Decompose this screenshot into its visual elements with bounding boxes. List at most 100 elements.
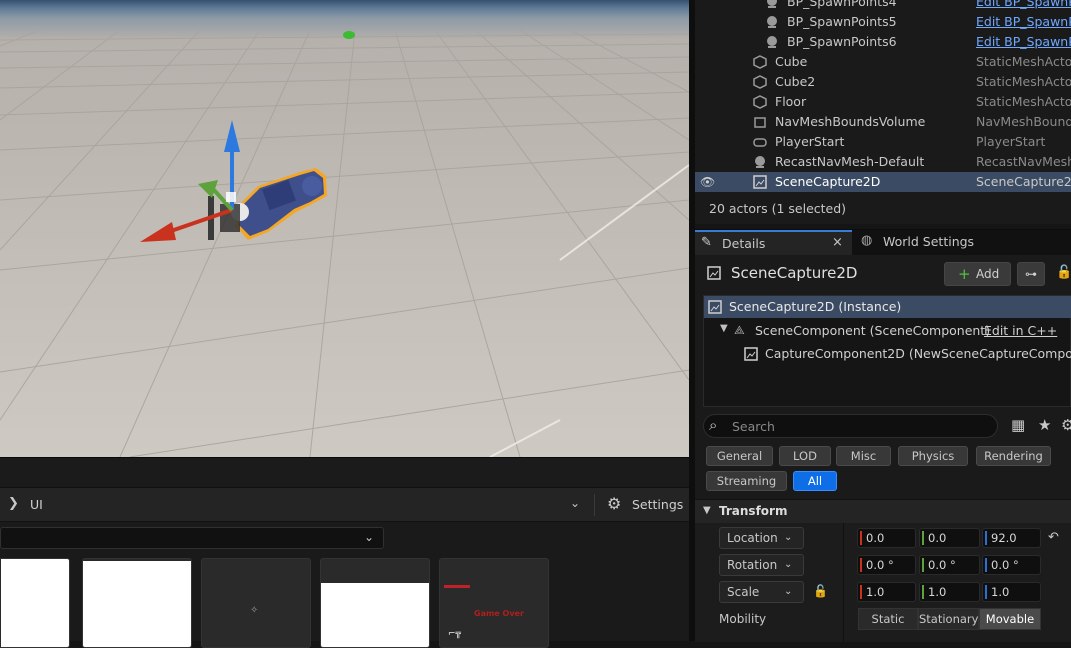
viewport-scene[interactable]	[0, 0, 689, 457]
actor-type-link[interactable]: Edit BP_SpawnPoints	[976, 14, 1071, 29]
mobility-stationary[interactable]: Stationary	[918, 608, 979, 630]
mobility-static[interactable]: Static	[858, 608, 918, 630]
chevron-right-icon[interactable]: ❯	[8, 496, 19, 511]
breadcrumb-ui[interactable]: UI	[30, 497, 43, 512]
filter-dropdown[interactable]	[0, 527, 384, 549]
chevron-down-icon[interactable]: ⌄	[364, 530, 374, 544]
actor-name: BP_SpawnPoints4	[787, 0, 897, 9]
category-all[interactable]: All	[793, 471, 837, 491]
outliner-row[interactable]: Cube StaticMeshActor	[695, 52, 1071, 72]
table-view-icon[interactable]: ▦	[1011, 416, 1025, 434]
rotation-y-field[interactable]: 0.0 °	[919, 555, 980, 575]
scale-y-field[interactable]: 1.0	[919, 582, 980, 602]
mobility-label: Mobility	[719, 612, 767, 626]
actor-name: BP_SpawnPoints5	[787, 14, 897, 29]
location-z-field[interactable]: 92.0	[982, 528, 1041, 548]
transform-section-header[interactable]: ▼ Transform	[695, 499, 1071, 523]
location-y-field[interactable]: 0.0	[919, 528, 980, 548]
static-mesh-icon	[753, 95, 767, 109]
component-row-instance[interactable]: SceneCapture2D (Instance)	[704, 296, 1071, 318]
component-row-capture[interactable]: CaptureComponent2D (NewSceneCaptureCompo…	[704, 343, 1071, 365]
category-lod[interactable]: LOD	[779, 446, 831, 466]
scale-x-field[interactable]: 1.0	[857, 582, 916, 602]
eye-icon[interactable]: 👁	[700, 175, 715, 189]
sphere-actor-icon	[765, 35, 779, 49]
scene-capture-icon	[744, 347, 758, 364]
spawn-marker[interactable]	[343, 31, 355, 39]
asset-tile[interactable]	[320, 558, 430, 648]
scene-capture-icon	[753, 175, 767, 189]
component-row-scene[interactable]: ▼ ⟁ SceneComponent (SceneComponent) Edit…	[704, 320, 1071, 342]
scale-z-field[interactable]: 1.0	[982, 582, 1041, 602]
scale-mode-dropdown[interactable]: Scale ⌄	[719, 581, 804, 603]
actor-name: Cube	[775, 54, 808, 69]
column-divider	[843, 523, 844, 642]
gear-icon[interactable]: ⚙	[607, 494, 621, 513]
search-input[interactable]: Search	[732, 419, 775, 434]
crosshair-icon: ✧	[250, 605, 259, 616]
actor-type: StaticMeshActor	[976, 54, 1071, 69]
location-mode-dropdown[interactable]: Location ⌄	[719, 527, 804, 549]
settings-button[interactable]: Settings	[632, 497, 683, 512]
outliner-row[interactable]: Floor StaticMeshActor	[695, 92, 1071, 112]
category-streaming[interactable]: Streaming	[706, 471, 787, 491]
outliner-row-selected[interactable]: 👁 SceneCapture2D SceneCapture2D	[695, 172, 1071, 192]
details-search[interactable]: ⌕ Search	[703, 414, 998, 438]
actor-type: NavMeshBoundsVolume	[976, 114, 1071, 129]
lock-icon[interactable]: 🔓	[813, 584, 828, 598]
outliner-row[interactable]: BP_SpawnPoints6 Edit BP_SpawnPoints	[695, 32, 1071, 52]
actor-name: PlayerStart	[775, 134, 845, 149]
details-panel: ✎ Details × ◍ World Settings SceneCaptur…	[695, 229, 1071, 642]
gear-icon[interactable]: ⚙	[1061, 416, 1071, 434]
content-browser-filter-row: ⌄	[0, 522, 689, 555]
edit-in-cpp-link[interactable]: Edit in C++	[984, 323, 1071, 338]
blueprint-button[interactable]: ⊶	[1017, 262, 1045, 286]
asset-tile[interactable]: ✧	[201, 558, 311, 648]
outliner-row[interactable]: BP_SpawnPoints5 Edit BP_SpawnPoints	[695, 12, 1071, 32]
tab-details[interactable]: ✎ Details ×	[695, 230, 852, 255]
chevron-down-icon[interactable]: ▼	[720, 323, 728, 334]
outliner-row[interactable]: BP_SpawnPoints4 Edit BP_SpawnPoints	[695, 0, 1071, 12]
add-component-button[interactable]: + Add	[944, 262, 1011, 286]
asset-tile[interactable]	[0, 558, 70, 648]
actor-name-field[interactable]: SceneCapture2D	[731, 264, 857, 282]
transform-title: Transform	[719, 504, 788, 518]
category-rendering[interactable]: Rendering	[976, 446, 1051, 466]
outliner-row[interactable]: NavMeshBoundsVolume NavMeshBoundsVolume	[695, 112, 1071, 132]
rotation-x-field[interactable]: 0.0 °	[857, 555, 916, 575]
rotation-mode-dropdown[interactable]: Rotation ⌄	[719, 554, 804, 576]
location-label: Location	[727, 531, 778, 545]
tab-details-label: Details	[722, 236, 766, 251]
chevron-down-icon: ⌄	[784, 532, 793, 543]
actor-type: RecastNavMesh	[976, 154, 1071, 169]
star-icon[interactable]: ★	[1038, 416, 1051, 434]
outliner-row[interactable]: PlayerStart PlayerStart	[695, 132, 1071, 152]
static-mesh-icon	[753, 75, 767, 89]
category-physics[interactable]: Physics	[898, 446, 968, 466]
outliner-row[interactable]: Cube2 StaticMeshActor	[695, 72, 1071, 92]
mobility-movable[interactable]: Movable	[979, 608, 1041, 630]
actor-type: SceneCapture2D	[976, 174, 1071, 189]
category-misc[interactable]: Misc	[836, 446, 891, 466]
asset-tile[interactable]	[82, 558, 192, 648]
location-x-field[interactable]: 0.0	[857, 528, 916, 548]
hierarchy-icon: ⊶	[1025, 267, 1037, 281]
actor-type: StaticMeshActor	[976, 94, 1071, 109]
actor-type-link[interactable]: Edit BP_SpawnPoints	[976, 34, 1071, 49]
actor-type: PlayerStart	[976, 134, 1046, 149]
search-icon: ⌕	[709, 416, 718, 434]
asset-tile-game-over[interactable]: Game Over ⌐╦	[439, 558, 549, 648]
reset-arrow-icon[interactable]: ↶	[1048, 530, 1059, 545]
content-browser-assets: ✧ Game Over ⌐╦	[0, 555, 689, 648]
lock-icon[interactable]: 🔓	[1056, 265, 1071, 280]
close-icon[interactable]: ×	[832, 235, 843, 250]
tab-world-settings[interactable]: ◍ World Settings	[855, 230, 1005, 255]
component-label: SceneCapture2D (Instance)	[729, 299, 902, 314]
level-viewport[interactable]	[0, 0, 689, 457]
rotation-z-field[interactable]: 0.0 °	[982, 555, 1041, 575]
chevron-down-icon[interactable]: ⌄	[570, 496, 580, 510]
outliner-row[interactable]: RecastNavMesh-Default RecastNavMesh	[695, 152, 1071, 172]
gun-icon: ⌐╦	[448, 629, 461, 639]
actor-type-link[interactable]: Edit BP_SpawnPoints	[976, 0, 1071, 9]
category-general[interactable]: General	[706, 446, 773, 466]
